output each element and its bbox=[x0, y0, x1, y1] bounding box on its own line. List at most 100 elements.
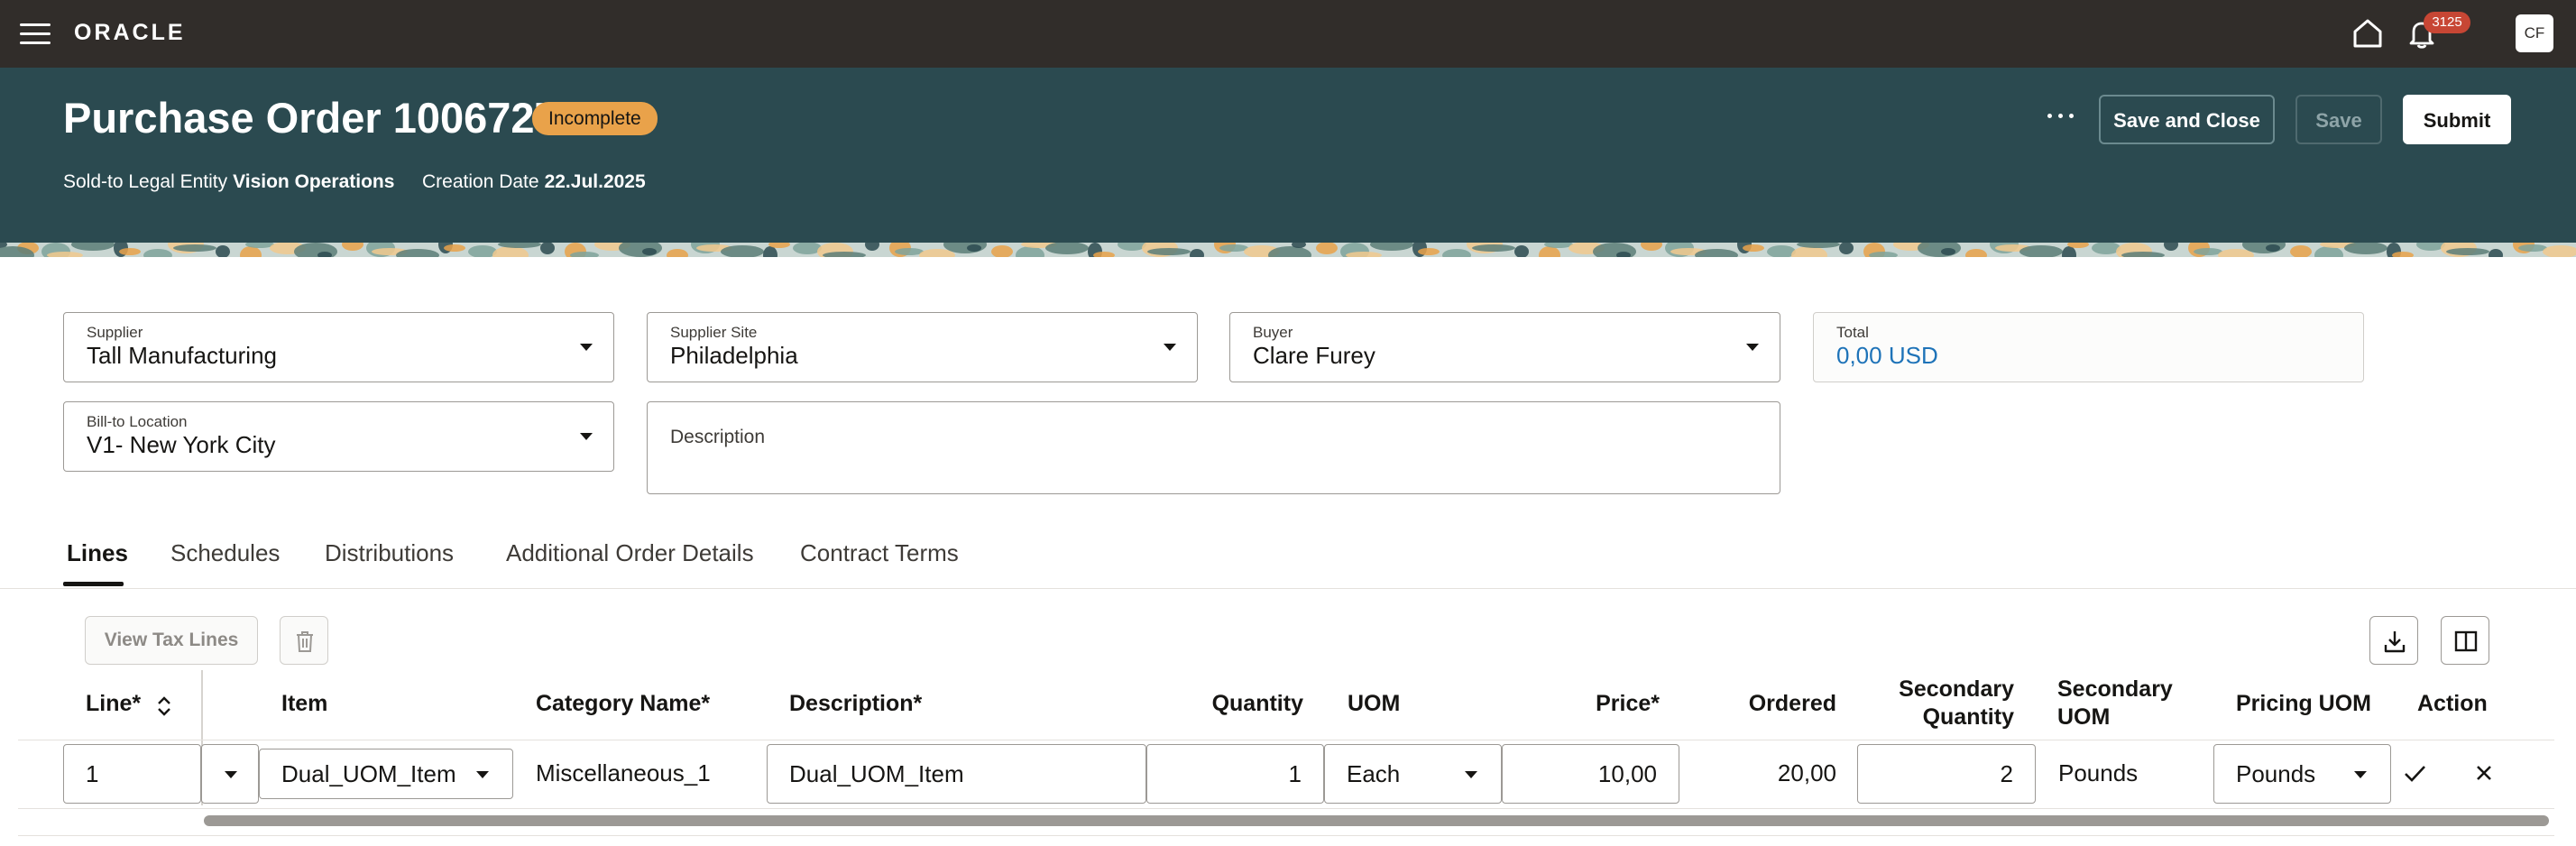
secondary-quantity-input[interactable]: 2 bbox=[1857, 744, 2036, 804]
total-value: 0,00 USD bbox=[1836, 342, 1938, 369]
creation-date-label: Creation Date bbox=[422, 171, 539, 192]
column-header-secondary-uom-line2[interactable]: UOM bbox=[2057, 704, 2110, 731]
uom-select[interactable]: Each bbox=[1324, 744, 1502, 804]
more-actions-icon[interactable] bbox=[2046, 106, 2076, 124]
decor-shape bbox=[1418, 248, 1440, 255]
trash-icon bbox=[297, 631, 313, 652]
price-input[interactable]: 10,00 bbox=[1502, 744, 1679, 804]
top-navigation-bar: ORACLE 3125 CF bbox=[0, 0, 2576, 68]
supplier-site-label: Supplier Site bbox=[670, 324, 758, 341]
view-tax-lines-button[interactable]: View Tax Lines bbox=[85, 616, 258, 665]
horizontal-scrollbar-thumb[interactable] bbox=[204, 815, 2549, 826]
page-header: Purchase Order 1006727 Incomplete Sold-t… bbox=[0, 68, 2576, 257]
tab-contract-terms[interactable]: Contract Terms bbox=[800, 539, 959, 567]
buyer-value: Clare Furey bbox=[1253, 342, 1375, 369]
row-expand-button[interactable] bbox=[201, 744, 259, 804]
table-bottom-border bbox=[18, 835, 2554, 836]
supplier-label: Supplier bbox=[87, 324, 143, 341]
bill-to-location-select[interactable]: Bill-to Location V1- New York City bbox=[63, 401, 614, 472]
close-icon[interactable] bbox=[2473, 762, 2495, 784]
decor-shape bbox=[444, 244, 465, 252]
column-header-secondary-uom-line1[interactable]: Secondary bbox=[2057, 676, 2173, 703]
chevron-down-icon[interactable] bbox=[580, 433, 593, 440]
decor-shape bbox=[2266, 244, 2280, 252]
item-value: Dual_UOM_Item bbox=[281, 760, 456, 787]
decor-shape bbox=[642, 248, 657, 255]
decor-shape bbox=[1941, 248, 1955, 255]
notification-count-badge: 3125 bbox=[2424, 12, 2470, 33]
delete-line-button[interactable] bbox=[280, 616, 328, 665]
submit-button[interactable]: Submit bbox=[2403, 95, 2511, 144]
column-header-price[interactable]: Price* bbox=[1533, 691, 1660, 717]
quantity-input[interactable]: 1 bbox=[1146, 744, 1324, 804]
column-header-uom[interactable]: UOM bbox=[1348, 691, 1400, 717]
category-name-cell: Miscellaneous_1 bbox=[536, 759, 711, 786]
active-tab-indicator bbox=[63, 582, 124, 586]
horizontal-scrollbar[interactable] bbox=[204, 814, 2549, 826]
line-number-input[interactable]: 1 bbox=[63, 744, 201, 804]
manage-columns-button[interactable] bbox=[2441, 616, 2489, 665]
item-select[interactable]: Dual_UOM_Item bbox=[259, 749, 513, 799]
chevron-down-icon[interactable] bbox=[1746, 344, 1759, 351]
export-button[interactable] bbox=[2369, 616, 2418, 665]
decor-shape bbox=[173, 244, 216, 252]
chevron-down-icon bbox=[2354, 771, 2367, 778]
tab-bar: Lines Schedules Distributions Additional… bbox=[0, 532, 2576, 589]
ordered-cell: 20,00 bbox=[1777, 759, 1836, 786]
description-label: Description bbox=[670, 427, 766, 447]
column-header-pricing-uom[interactable]: Pricing UOM bbox=[2236, 691, 2371, 717]
decor-shape bbox=[1219, 244, 1248, 252]
uom-value: Each bbox=[1347, 760, 1401, 787]
decor-shape bbox=[967, 244, 981, 252]
decor-shape bbox=[2446, 248, 2489, 255]
decor-shape bbox=[1472, 244, 1515, 252]
oracle-logo[interactable]: ORACLE bbox=[74, 20, 186, 46]
decor-shape bbox=[2518, 244, 2547, 252]
chevron-down-icon bbox=[476, 771, 489, 778]
tab-additional-order-details[interactable]: Additional Order Details bbox=[506, 539, 754, 567]
supplier-site-select[interactable]: Supplier Site Philadelphia bbox=[647, 312, 1198, 382]
column-header-ordered[interactable]: Ordered bbox=[1714, 691, 1836, 717]
description-field[interactable]: Description bbox=[647, 401, 1780, 494]
secondary-uom-cell: Pounds bbox=[2058, 759, 2139, 786]
tab-schedules[interactable]: Schedules bbox=[170, 539, 280, 567]
supplier-select[interactable]: Supplier Tall Manufacturing bbox=[63, 312, 614, 382]
description-input[interactable]: Dual_UOM_Item bbox=[767, 744, 1146, 804]
buyer-select[interactable]: Buyer Clare Furey bbox=[1229, 312, 1780, 382]
user-avatar[interactable]: CF bbox=[2516, 14, 2553, 52]
save-button[interactable]: Save bbox=[2295, 95, 2382, 144]
legal-entity-value: Vision Operations bbox=[233, 171, 395, 192]
home-icon[interactable] bbox=[2351, 18, 2384, 49]
save-and-close-button[interactable]: Save and Close bbox=[2099, 95, 2275, 144]
chevron-down-icon bbox=[225, 771, 237, 778]
column-header-line[interactable]: Line* bbox=[86, 691, 141, 717]
tab-distributions[interactable]: Distributions bbox=[325, 539, 454, 567]
decor-shape bbox=[1743, 244, 1764, 252]
column-header-quantity[interactable]: Quantity bbox=[1145, 691, 1303, 717]
decor-shape bbox=[2194, 248, 2222, 255]
column-header-category-name[interactable]: Category Name* bbox=[536, 691, 710, 717]
page-title: Purchase Order 1006727 bbox=[63, 94, 558, 142]
chevron-down-icon[interactable] bbox=[580, 344, 593, 351]
column-header-secondary-quantity-line1[interactable]: Secondary bbox=[1858, 676, 2014, 703]
pricing-uom-select[interactable]: Pounds bbox=[2213, 744, 2391, 804]
check-icon[interactable] bbox=[2401, 759, 2428, 786]
creation-date-value: 22.Jul.2025 bbox=[544, 171, 646, 192]
column-header-description[interactable]: Description* bbox=[789, 691, 922, 717]
legal-entity-label: Sold-to Legal Entity bbox=[63, 171, 228, 192]
column-header-secondary-quantity-line2[interactable]: Quantity bbox=[1858, 704, 2014, 731]
column-header-item[interactable]: Item bbox=[281, 691, 327, 717]
bill-to-location-value: V1- New York City bbox=[87, 431, 276, 458]
tab-lines[interactable]: Lines bbox=[67, 539, 128, 567]
chevron-down-icon[interactable] bbox=[1164, 344, 1176, 351]
bill-to-location-label: Bill-to Location bbox=[87, 413, 188, 430]
hamburger-menu-icon[interactable] bbox=[20, 22, 51, 46]
decor-shape bbox=[119, 248, 141, 255]
sort-icon[interactable] bbox=[155, 695, 173, 717]
buyer-label: Buyer bbox=[1253, 324, 1293, 341]
status-badge: Incomplete bbox=[532, 102, 658, 135]
legal-entity-info: Sold-to Legal Entity Vision Operations bbox=[63, 171, 394, 193]
creation-date-info: Creation Date 22.Jul.2025 bbox=[422, 171, 646, 193]
decor-shape bbox=[895, 248, 924, 255]
supplier-site-value: Philadelphia bbox=[670, 342, 798, 369]
